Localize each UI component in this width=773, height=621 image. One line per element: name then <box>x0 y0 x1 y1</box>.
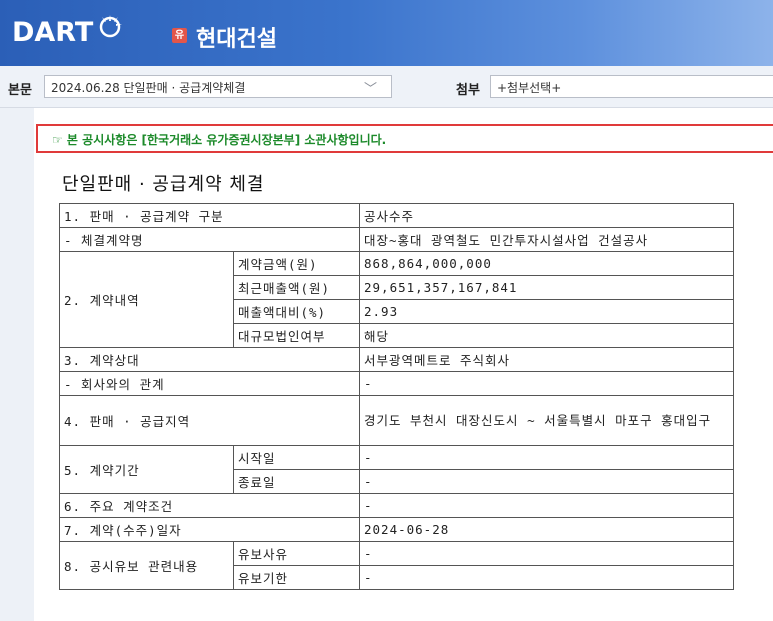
row-value: 공사수주 <box>359 203 734 228</box>
report-select[interactable]: 2024.06.28 단일판매 · 공급계약체결 ﹀ <box>44 75 392 98</box>
row-value: - <box>359 565 734 590</box>
row-label: - 체결계약명 <box>59 227 360 252</box>
sub-label: 유보기한 <box>233 565 360 590</box>
body-label: 본문 <box>8 83 32 98</box>
sub-label: 유보사유 <box>233 541 360 566</box>
row-value: - <box>359 371 734 396</box>
notice-text: ☞ 본 공시사항은 [한국거래소 유가증권시장본부] 소관사항입니다. <box>52 133 387 147</box>
attach-select[interactable]: +첨부선택+ <box>490 75 773 98</box>
disclosure-table: 1. 판매 · 공급계약 구분 공사수주 - 체결계약명 대장~홍대 광역철도 … <box>59 203 734 590</box>
document-toolbar: 본문 2024.06.28 단일판매 · 공급계약체결 ﹀ 첨부 +첨부선택+ <box>0 66 773 108</box>
dart-logo-mark-icon <box>99 15 122 38</box>
table-row: - 체결계약명 대장~홍대 광역철도 민간투자시설사업 건설공사 <box>59 227 734 252</box>
market-badge: 유 <box>172 28 187 43</box>
row-value: 2024-06-28 <box>359 517 734 542</box>
table-row: 7. 계약(수주)일자 2024-06-28 <box>59 517 734 542</box>
row-value: - <box>359 469 734 494</box>
group-label: 8. 공시유보 관련내용 <box>59 541 234 590</box>
row-value: 2.93 <box>359 299 734 324</box>
sub-label: 대규모법인여부 <box>233 323 360 348</box>
table-row: - 회사와의 관계 - <box>59 371 734 396</box>
table-row: 1. 판매 · 공급계약 구분 공사수주 <box>59 203 734 228</box>
table-row: 3. 계약상대 서부광역메트로 주식회사 <box>59 347 734 372</box>
report-select-value: 2024.06.28 단일판매 · 공급계약체결 <box>51 81 246 95</box>
row-value: 868,864,000,000 <box>359 251 734 276</box>
dart-logo[interactable]: DART <box>12 17 93 48</box>
row-label: 1. 판매 · 공급계약 구분 <box>59 203 360 228</box>
sub-label: 시작일 <box>233 445 360 470</box>
row-value: - <box>359 445 734 470</box>
company-name[interactable]: 현대건설 <box>196 21 277 53</box>
row-value: 서부광역메트로 주식회사 <box>359 347 734 372</box>
notice-box: ☞ 본 공시사항은 [한국거래소 유가증권시장본부] 소관사항입니다. <box>36 124 773 153</box>
row-label: 3. 계약상대 <box>59 347 360 372</box>
sub-label: 종료일 <box>233 469 360 494</box>
row-value: 대장~홍대 광역철도 민간투자시설사업 건설공사 <box>359 227 734 252</box>
sub-label: 매출액대비(%) <box>233 299 360 324</box>
left-gutter <box>0 108 34 621</box>
row-label: 6. 주요 계약조건 <box>59 493 360 518</box>
sub-label: 최근매출액(원) <box>233 275 360 300</box>
row-value: - <box>359 541 734 566</box>
table-row: 5. 계약기간 시작일 - <box>59 445 734 494</box>
attach-select-value: +첨부선택+ <box>497 81 562 95</box>
row-value: 29,651,357,167,841 <box>359 275 734 300</box>
group-label: 2. 계약내역 <box>59 251 234 348</box>
app-header: DART 유 현대건설 <box>0 0 773 66</box>
document-title: 단일판매 · 공급계약 체결 <box>62 174 265 195</box>
table-row: 6. 주요 계약조건 - <box>59 493 734 518</box>
row-value: - <box>359 493 734 518</box>
row-label: 4. 판매 · 공급지역 <box>59 395 360 446</box>
table-row: 8. 공시유보 관련내용 유보사유 - <box>59 541 734 590</box>
chevron-down-icon[interactable]: ﹀ <box>364 78 377 97</box>
row-label: 7. 계약(수주)일자 <box>59 517 360 542</box>
sub-label: 계약금액(원) <box>233 251 360 276</box>
group-label: 5. 계약기간 <box>59 445 234 494</box>
row-value: 해당 <box>359 323 734 348</box>
table-row: 4. 판매 · 공급지역 경기도 부천시 대장신도시 ~ 서울특별시 마포구 홍… <box>59 395 734 446</box>
attach-label: 첨부 <box>456 83 480 98</box>
row-label: - 회사와의 관계 <box>59 371 360 396</box>
row-value: 경기도 부천시 대장신도시 ~ 서울특별시 마포구 홍대입구 <box>359 395 734 446</box>
table-row: 2. 계약내역 계약금액(원) 868,864,000,000 <box>59 251 734 348</box>
